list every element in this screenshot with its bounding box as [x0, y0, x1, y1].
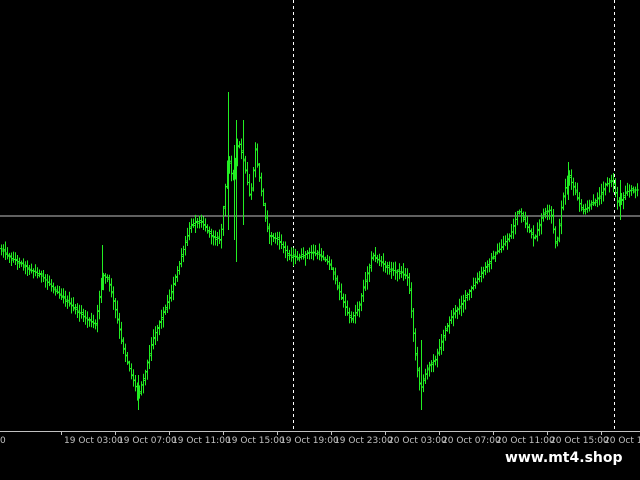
x-tick-label: 20 Oct 03:00: [388, 436, 447, 446]
watermark-logo: www.mt4.shop: [497, 443, 640, 473]
x-tick-label: 19 Oct 15:00: [226, 436, 285, 446]
x-tick-label-partial: 0: [0, 436, 6, 446]
x-tick-label: 19 Oct 03:00: [64, 436, 123, 446]
chart-window[interactable]: 0 19 Oct 03:00 19 Oct 07:00 19 Oct 11:00 19 …: [0, 0, 640, 480]
price-chart[interactable]: 0 19 Oct 03:0019 Oct 07:0019 Oct 11:0019 …: [0, 0, 640, 480]
x-tick-label: 19 Oct 19:00: [280, 436, 339, 446]
x-tick-label: 20 Oct 07:00: [442, 436, 501, 446]
x-tick-label: 19 Oct 23:00: [334, 436, 393, 446]
x-tick-label: 19 Oct 07:00: [118, 436, 177, 446]
x-tick-label: 19 Oct 11:00: [172, 436, 231, 446]
